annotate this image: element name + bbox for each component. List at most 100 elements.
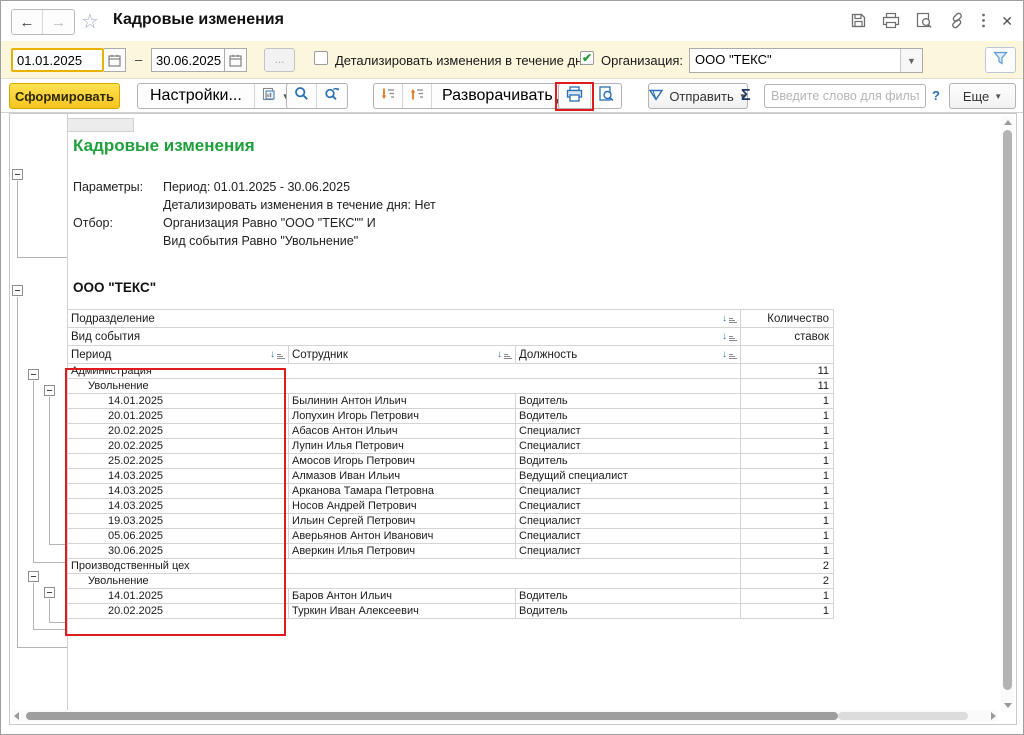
collapse-group-button[interactable]: [12, 285, 23, 296]
cell-employee[interactable]: Туркин Иван Алексеевич: [288, 603, 516, 619]
cell-employee[interactable]: Аверьянов Антон Иванович: [288, 528, 516, 544]
print-button[interactable]: [559, 84, 590, 108]
table-row[interactable]: 05.06.2025 Аверьянов Антон Иванович Специа…: [67, 528, 835, 544]
settings-button[interactable]: Настройки...: [138, 84, 254, 108]
scroll-down-icon[interactable]: [1004, 703, 1012, 708]
sort-icon[interactable]: ↓: [270, 350, 285, 360]
collapse-group-button[interactable]: [44, 385, 55, 396]
cell-period[interactable]: 20.02.2025: [67, 438, 289, 454]
sort-icon[interactable]: ↓: [722, 314, 738, 324]
cell-employee[interactable]: Былинин Антон Ильич: [288, 393, 516, 409]
scroll-left-icon[interactable]: [14, 712, 19, 720]
horizontal-scroll-track[interactable]: [838, 712, 968, 720]
cell-employee[interactable]: Носов Андрей Петрович: [288, 498, 516, 514]
cell-count[interactable]: 1: [740, 453, 835, 469]
cancel-search-button[interactable]: [316, 84, 347, 108]
cell-count[interactable]: 11: [740, 363, 835, 379]
combobox-dropdown-button[interactable]: ▼: [900, 49, 922, 72]
cell-employee[interactable]: Арканова Тамара Петровна: [288, 483, 516, 499]
generate-button[interactable]: Сформировать: [9, 83, 120, 109]
header-cell-employee[interactable]: Сотрудник ↓: [288, 345, 516, 364]
table-row[interactable]: 14.01.2025 Былинин Антон Ильич Водитель 1: [67, 393, 835, 409]
cell-period[interactable]: 05.06.2025: [67, 528, 289, 544]
detail-checkbox-label[interactable]: Детализировать изменения в течение дня: [335, 53, 589, 68]
cell-position[interactable]: Специалист: [514, 438, 742, 454]
search-button[interactable]: [287, 84, 316, 108]
date-to-input[interactable]: 30.06.2025: [151, 48, 225, 72]
collapse-group-button[interactable]: [44, 587, 55, 598]
cell-period[interactable]: Увольнение: [66, 573, 742, 589]
header-cell-event-type[interactable]: Вид события ↓: [66, 327, 742, 346]
header-cell-period[interactable]: Период ↓: [67, 345, 289, 364]
cell-position[interactable]: Специалист: [514, 543, 742, 559]
table-row[interactable]: Администрация 11: [66, 363, 835, 379]
table-row[interactable]: 20.02.2025 Лупин Илья Петрович Специалист 1: [67, 438, 835, 454]
vertical-scroll-thumb[interactable]: [1003, 130, 1012, 690]
cell-count[interactable]: 1: [740, 588, 835, 604]
more-actions-button[interactable]: Еще ▼: [949, 83, 1016, 109]
cell-position[interactable]: Водитель: [514, 588, 742, 604]
cell-period[interactable]: 30.06.2025: [67, 543, 289, 559]
calendar-icon[interactable]: [225, 48, 247, 72]
table-row[interactable]: 14.03.2025 Арканова Тамара Петровна Специа…: [67, 483, 835, 499]
forward-button[interactable]: →: [43, 10, 74, 34]
cell-position[interactable]: Специалист: [514, 513, 742, 529]
table-row[interactable]: 30.06.2025 Аверкин Илья Петрович Специалис…: [67, 543, 835, 559]
filter-settings-button[interactable]: [985, 47, 1016, 73]
help-icon[interactable]: ?: [932, 88, 940, 103]
date-from-input[interactable]: 01.01.2025: [11, 48, 104, 72]
table-row[interactable]: Производственный цех 2: [66, 558, 835, 574]
cell-employee[interactable]: Аверкин Илья Петрович: [288, 543, 516, 559]
table-row[interactable]: 14.01.2025 Баров Антон Ильич Водитель 1: [67, 588, 835, 604]
cell-count[interactable]: 1: [740, 528, 835, 544]
cell-count[interactable]: 11: [740, 378, 835, 394]
cell-period[interactable]: 25.02.2025: [67, 453, 289, 469]
cell-employee[interactable]: Абасов Антон Ильич: [288, 423, 516, 439]
vertical-scrollbar[interactable]: [1001, 116, 1014, 712]
scroll-up-icon[interactable]: [1004, 120, 1012, 125]
collapse-group-button[interactable]: [28, 369, 39, 380]
cell-period[interactable]: 14.03.2025: [67, 483, 289, 499]
cell-position[interactable]: Специалист: [514, 528, 742, 544]
cell-period[interactable]: 14.03.2025: [67, 498, 289, 514]
collapse-groups-button[interactable]: [374, 84, 402, 108]
sort-icon[interactable]: ↓: [722, 350, 738, 360]
cell-count[interactable]: 1: [740, 513, 835, 529]
cell-position[interactable]: Специалист: [514, 498, 742, 514]
cell-count[interactable]: 1: [740, 393, 835, 409]
cell-position[interactable]: Специалист: [514, 423, 742, 439]
sort-icon[interactable]: ↓: [722, 332, 738, 342]
cell-period[interactable]: 14.03.2025: [67, 468, 289, 484]
scroll-right-icon[interactable]: [991, 712, 996, 720]
save-icon[interactable]: [850, 12, 867, 29]
cell-count[interactable]: 1: [740, 498, 835, 514]
cell-position[interactable]: Водитель: [514, 453, 742, 469]
cell-count[interactable]: 1: [740, 468, 835, 484]
organization-combobox[interactable]: ООО "ТЕКС" ▼: [689, 48, 923, 73]
cell-employee[interactable]: Ильин Сергей Петрович: [288, 513, 516, 529]
cell-position[interactable]: Специалист: [514, 483, 742, 499]
cell-count[interactable]: 2: [740, 573, 835, 589]
close-icon[interactable]: ✕: [1001, 13, 1013, 29]
cell-period[interactable]: 20.02.2025: [67, 423, 289, 439]
calendar-icon[interactable]: [104, 48, 126, 72]
cell-count[interactable]: 1: [740, 543, 835, 559]
more-menu-icon[interactable]: [981, 12, 986, 29]
horizontal-scroll-thumb[interactable]: [26, 712, 838, 720]
table-row[interactable]: Увольнение 11: [66, 378, 835, 394]
cell-period[interactable]: 14.01.2025: [67, 393, 289, 409]
cell-employee[interactable]: Лопухин Игорь Петрович: [288, 408, 516, 424]
organization-checkbox[interactable]: ✔: [580, 51, 594, 65]
sum-icon[interactable]: Σ: [741, 87, 751, 105]
table-row[interactable]: 20.02.2025 Туркин Иван Алексеевич Водитель…: [67, 603, 835, 619]
cell-employee[interactable]: Алмазов Иван Ильич: [288, 468, 516, 484]
preview-icon[interactable]: [915, 12, 933, 29]
cell-employee[interactable]: Амосов Игорь Петрович: [288, 453, 516, 469]
cell-period[interactable]: Администрация: [66, 363, 742, 379]
favorite-star-icon[interactable]: ☆: [81, 9, 99, 34]
cell-period[interactable]: 20.02.2025: [67, 603, 289, 619]
cell-employee[interactable]: Баров Антон Ильич: [288, 588, 516, 604]
sort-icon[interactable]: ↓: [497, 350, 512, 360]
cell-count[interactable]: 1: [740, 603, 835, 619]
link-icon[interactable]: [948, 12, 966, 29]
